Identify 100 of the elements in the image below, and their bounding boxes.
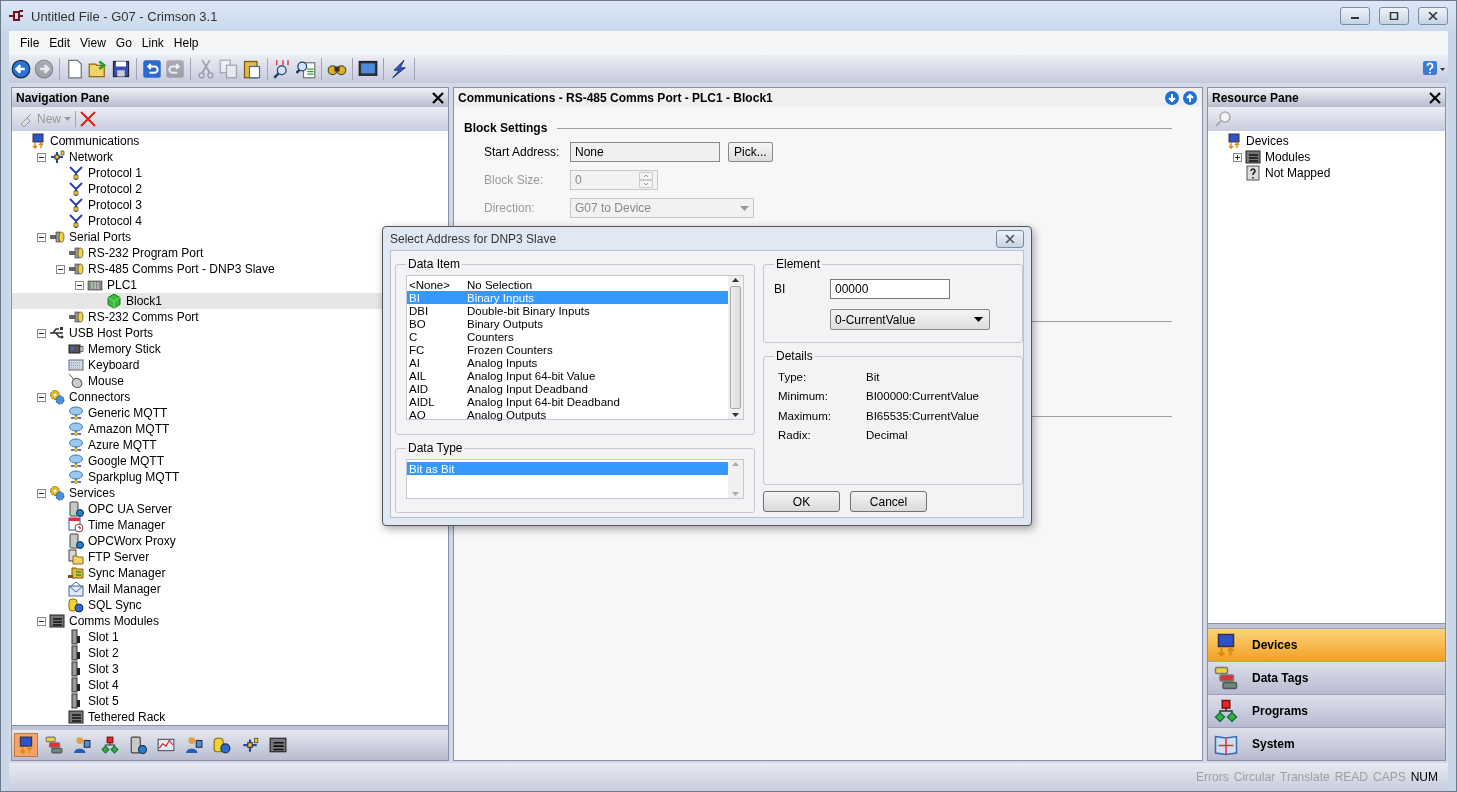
tree-item[interactable]: Slot 3: [88, 662, 119, 676]
tree-item[interactable]: Modules: [1265, 150, 1311, 164]
menu-item[interactable]: Edit: [44, 34, 76, 52]
collapse-toggle[interactable]: [36, 328, 46, 338]
list-item[interactable]: C Counters: [407, 330, 728, 343]
tree-item[interactable]: Generic MQTT: [88, 406, 168, 420]
tree-item[interactable]: Serial Ports: [69, 230, 132, 244]
list-item[interactable]: AI Analog Inputs: [407, 356, 728, 369]
tree-item[interactable]: Tethered Rack: [88, 710, 166, 724]
tree-item[interactable]: Slot 2: [88, 646, 119, 660]
help-icon[interactable]: [1422, 60, 1446, 78]
cloud-icon: [68, 453, 84, 469]
cloud-icon: [68, 469, 84, 485]
scrollbar[interactable]: [728, 276, 743, 419]
tree-item[interactable]: USB Host Ports: [69, 326, 154, 340]
tree-item[interactable]: Protocol 1: [88, 166, 143, 180]
tree-item[interactable]: Mail Manager: [88, 582, 161, 596]
menu-item[interactable]: File: [15, 34, 45, 52]
dialog-button[interactable]: OK: [763, 491, 840, 512]
fork-icon: [68, 213, 84, 229]
monitor-arrows-button[interactable]: [14, 733, 38, 757]
tree-item[interactable]: FTP Server: [88, 550, 150, 564]
tree-item[interactable]: Connectors: [69, 390, 131, 404]
tree-item[interactable]: Sparkplug MQTT: [88, 470, 180, 484]
tree-item[interactable]: Comms Modules: [69, 614, 160, 628]
list-item[interactable]: FC Frozen Counters: [407, 343, 728, 356]
tree-item[interactable]: Memory Stick: [88, 342, 161, 356]
list-item[interactable]: AIDL Analog Input 64-bit Deadband: [407, 395, 728, 408]
menu-item[interactable]: Go: [110, 34, 137, 52]
collapse-toggle[interactable]: [36, 616, 46, 626]
dialog-button[interactable]: Cancel: [850, 491, 927, 512]
clipboard-icon[interactable]: [242, 59, 262, 79]
fork-icon: [68, 197, 84, 213]
tree-item[interactable]: Google MQTT: [88, 454, 165, 468]
tree-item[interactable]: SQL Sync: [88, 598, 142, 612]
close-button[interactable]: [996, 229, 1024, 248]
tree-item[interactable]: PLC1: [107, 278, 138, 292]
tree-item[interactable]: Protocol 4: [88, 214, 143, 228]
tree-item[interactable]: RS-232 Program Port: [88, 246, 204, 260]
collapse-toggle[interactable]: [36, 392, 46, 402]
category-button[interactable]: Devices: [1208, 628, 1445, 661]
collapse-toggle[interactable]: [36, 232, 46, 242]
tree-item[interactable]: Slot 1: [88, 630, 119, 644]
category-button[interactable]: Data Tags: [1208, 661, 1445, 694]
document-icon[interactable]: [65, 59, 85, 79]
text-field[interactable]: None: [570, 142, 720, 162]
tree-item[interactable]: Amazon MQTT: [88, 422, 170, 436]
tree-item[interactable]: Devices: [1246, 134, 1289, 148]
list-item[interactable]: AID Analog Input Deadband: [407, 382, 728, 395]
expand-toggle[interactable]: [1232, 152, 1242, 162]
tree-item[interactable]: RS-232 Comms Port: [88, 310, 199, 324]
tree-item[interactable]: Protocol 3: [88, 198, 143, 212]
tree-item[interactable]: Block1: [126, 294, 163, 308]
tree-item[interactable]: Communications: [50, 134, 140, 148]
collapse-toggle[interactable]: [36, 488, 46, 498]
close-icon[interactable]: [1429, 91, 1441, 104]
menu-item[interactable]: View: [75, 34, 111, 52]
minimize-button[interactable]: [1340, 7, 1370, 25]
collapse-toggle[interactable]: [74, 280, 84, 290]
tree-item[interactable]: RS-485 Comms Port - DNP3 Slave: [88, 262, 275, 276]
tree-item[interactable]: OPC UA Server: [88, 502, 173, 516]
maximize-button[interactable]: [1379, 7, 1409, 25]
monitor-icon[interactable]: [358, 59, 378, 79]
dropdown[interactable]: 0-CurrentValue: [830, 309, 990, 330]
tree-item[interactable]: Network: [69, 150, 113, 164]
collapse-toggle[interactable]: [55, 264, 65, 274]
folder-icon[interactable]: [88, 59, 108, 79]
list-item[interactable]: AIL Analog Input 64-bit Value: [407, 369, 728, 382]
tree-item[interactable]: Azure MQTT: [88, 438, 157, 452]
flowchart-button[interactable]: [98, 733, 122, 757]
category-button[interactable]: Programs: [1208, 694, 1445, 727]
close-button[interactable]: [1418, 7, 1448, 25]
close-icon[interactable]: [432, 91, 444, 104]
tree-item[interactable]: Not Mapped: [1265, 166, 1331, 180]
category-button[interactable]: System: [1208, 727, 1445, 760]
tree-item[interactable]: Services: [69, 486, 115, 500]
list-item[interactable]: <None> No Selection: [407, 278, 728, 291]
delete-icon[interactable]: [80, 111, 96, 127]
tree-item[interactable]: Sync Manager: [88, 566, 166, 580]
tree-item[interactable]: Protocol 2: [88, 182, 143, 196]
input-field[interactable]: 00000: [830, 279, 950, 299]
menu-item[interactable]: Link: [136, 34, 169, 52]
list-item[interactable]: AO Analog Outputs: [407, 408, 728, 421]
list-item[interactable]: BO Binary Outputs: [407, 317, 728, 330]
menu-item[interactable]: Help: [168, 34, 204, 52]
undo-icon[interactable]: [142, 59, 162, 79]
search-icon[interactable]: [296, 59, 316, 79]
group-title: Details: [775, 349, 814, 363]
lightning-icon[interactable]: [389, 59, 409, 79]
collapse-toggle[interactable]: [36, 152, 46, 162]
scrollbar[interactable]: [728, 460, 743, 498]
tree-item[interactable]: Slot 4: [88, 678, 119, 692]
tags-icon: [45, 736, 63, 754]
tree-item[interactable]: Keyboard: [88, 358, 140, 372]
tree-item[interactable]: Mouse: [88, 374, 125, 388]
tree-item[interactable]: Time Manager: [88, 518, 165, 532]
tree-item[interactable]: OPCWorx Proxy: [88, 534, 176, 548]
pick-button[interactable]: Pick...: [728, 142, 773, 162]
tree-item[interactable]: Slot 5: [88, 694, 119, 708]
tags-button[interactable]: [42, 733, 66, 757]
